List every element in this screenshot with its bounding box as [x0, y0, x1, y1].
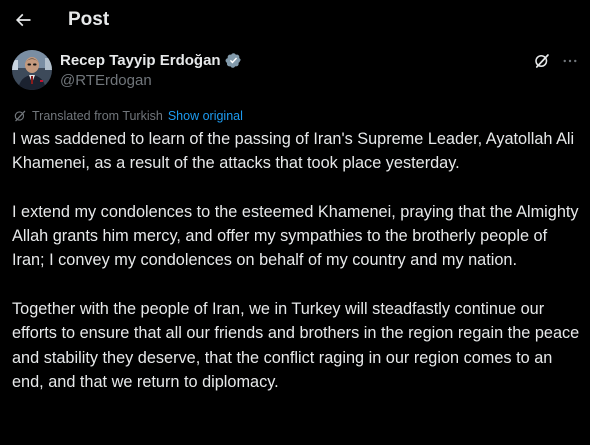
- post-paragraph: Together with the people of Iran, we in …: [12, 300, 580, 391]
- translation-row: Translated from Turkish Show original: [13, 107, 243, 125]
- avatar[interactable]: [12, 50, 52, 90]
- arrow-left-icon: [15, 13, 31, 27]
- grok-button[interactable]: [531, 50, 553, 72]
- author-names: Recep Tayyip Erdoğan @RTErdogan: [60, 50, 242, 91]
- post-text: I was saddened to learn of the passing o…: [12, 127, 580, 419]
- handle[interactable]: @RTErdogan: [60, 71, 242, 91]
- post-paragraph: I was saddened to learn of the passing o…: [12, 130, 575, 173]
- page-title: Post: [68, 9, 110, 30]
- show-original-link[interactable]: Show original: [168, 109, 243, 123]
- display-name[interactable]: Recep Tayyip Erdoğan: [60, 52, 221, 69]
- post-header: Post: [0, 0, 590, 42]
- more-button[interactable]: [559, 50, 581, 72]
- back-button[interactable]: [8, 5, 38, 35]
- author-row: Recep Tayyip Erdoğan @RTErdogan: [12, 48, 582, 92]
- post-paragraph: I extend my condolences to the esteemed …: [12, 202, 579, 270]
- verified-badge-icon: [225, 52, 241, 68]
- more-icon: [563, 59, 577, 63]
- grok-icon: [535, 54, 549, 68]
- translated-label: Translated from Turkish: [32, 109, 163, 123]
- translate-icon: [14, 110, 26, 122]
